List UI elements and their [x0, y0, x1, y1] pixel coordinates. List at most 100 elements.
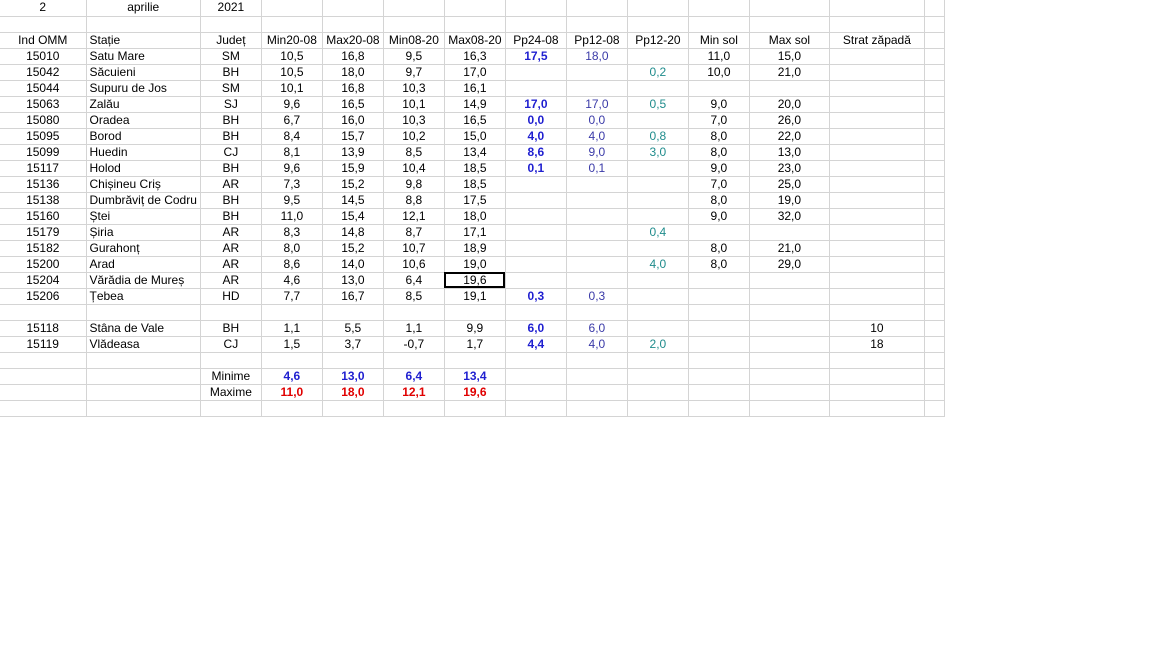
empty-cell[interactable] — [383, 352, 445, 369]
data-cell[interactable]: Supuru de Jos — [86, 80, 201, 97]
data-cell[interactable] — [322, 304, 384, 321]
data-cell[interactable]: 14,9 — [444, 96, 506, 113]
data-cell[interactable]: 8,0 — [688, 192, 750, 209]
data-cell[interactable]: 15010 — [0, 48, 87, 65]
data-cell[interactable] — [627, 112, 689, 129]
data-cell[interactable]: 17,0 — [444, 64, 506, 81]
data-cell[interactable]: BH — [200, 64, 262, 81]
empty-cell[interactable] — [688, 352, 750, 369]
empty-cell[interactable] — [627, 352, 689, 369]
data-cell[interactable]: 13,4 — [444, 144, 506, 161]
data-cell[interactable]: 32,0 — [749, 208, 830, 225]
data-cell[interactable]: Ștei — [86, 208, 201, 225]
empty-cell[interactable] — [322, 400, 384, 417]
data-cell[interactable]: AR — [200, 272, 262, 289]
empty-cell[interactable] — [505, 16, 567, 33]
data-cell[interactable]: 15118 — [0, 320, 87, 337]
data-cell[interactable] — [829, 128, 925, 145]
data-cell[interactable]: 10 — [829, 320, 925, 337]
data-cell[interactable]: 12,1 — [383, 208, 445, 225]
data-cell[interactable]: 16,8 — [322, 48, 384, 65]
data-cell[interactable]: 0,1 — [566, 160, 628, 177]
empty-cell[interactable] — [566, 0, 628, 17]
empty-cell[interactable] — [924, 400, 945, 417]
summary-value[interactable]: 18,0 — [322, 384, 384, 401]
data-cell[interactable] — [627, 272, 689, 289]
data-cell[interactable] — [444, 304, 506, 321]
data-cell[interactable]: 13,0 — [322, 272, 384, 289]
empty-cell[interactable] — [627, 400, 689, 417]
empty-cell[interactable] — [924, 384, 945, 401]
date-day-cell[interactable]: 2 — [0, 0, 87, 17]
column-header[interactable]: Județ — [200, 32, 262, 49]
data-cell[interactable]: 9,6 — [261, 96, 323, 113]
data-cell[interactable]: 15160 — [0, 208, 87, 225]
data-cell[interactable] — [566, 192, 628, 209]
data-cell[interactable]: 17,0 — [566, 96, 628, 113]
data-cell[interactable] — [566, 176, 628, 193]
data-cell[interactable]: 18,0 — [444, 208, 506, 225]
empty-cell[interactable] — [444, 16, 506, 33]
column-header[interactable]: Pp12-20 — [627, 32, 689, 49]
empty-cell[interactable] — [86, 16, 201, 33]
data-cell[interactable]: 17,5 — [505, 48, 567, 65]
data-cell[interactable]: 8,5 — [383, 144, 445, 161]
column-header[interactable]: Max08-20 — [444, 32, 506, 49]
empty-cell[interactable] — [200, 400, 262, 417]
data-cell[interactable] — [627, 240, 689, 257]
data-cell[interactable] — [829, 80, 925, 97]
data-cell[interactable] — [688, 336, 750, 353]
empty-cell[interactable] — [749, 368, 830, 385]
empty-cell[interactable] — [924, 144, 945, 161]
data-cell[interactable] — [749, 304, 830, 321]
summary-value[interactable]: 6,4 — [383, 368, 445, 385]
data-cell[interactable]: Satu Mare — [86, 48, 201, 65]
data-cell[interactable]: 8,0 — [688, 128, 750, 145]
data-cell[interactable]: 10,5 — [261, 48, 323, 65]
data-cell[interactable]: Huedin — [86, 144, 201, 161]
data-cell[interactable]: 13,9 — [322, 144, 384, 161]
empty-cell[interactable] — [627, 16, 689, 33]
data-cell[interactable] — [829, 224, 925, 241]
data-cell[interactable]: 1,1 — [383, 320, 445, 337]
data-cell[interactable]: 18,0 — [322, 64, 384, 81]
column-header[interactable]: Min08-20 — [383, 32, 445, 49]
data-cell[interactable]: BH — [200, 208, 262, 225]
data-cell[interactable]: 9,0 — [688, 208, 750, 225]
data-cell[interactable] — [566, 208, 628, 225]
data-cell[interactable]: 3,7 — [322, 336, 384, 353]
data-cell[interactable] — [261, 304, 323, 321]
empty-cell[interactable] — [924, 352, 945, 369]
empty-cell[interactable] — [749, 16, 830, 33]
data-cell[interactable] — [566, 256, 628, 273]
empty-cell[interactable] — [924, 0, 945, 17]
empty-cell[interactable] — [566, 16, 628, 33]
data-cell[interactable]: 10,6 — [383, 256, 445, 273]
empty-cell[interactable] — [444, 400, 506, 417]
data-cell[interactable]: 0,4 — [627, 224, 689, 241]
empty-cell[interactable] — [322, 352, 384, 369]
data-cell[interactable] — [505, 240, 567, 257]
data-cell[interactable]: 8,0 — [688, 240, 750, 257]
data-cell[interactable]: 9,0 — [688, 160, 750, 177]
data-cell[interactable]: 8,0 — [261, 240, 323, 257]
empty-cell[interactable] — [688, 400, 750, 417]
empty-cell[interactable] — [924, 304, 945, 321]
data-cell[interactable]: -0,7 — [383, 336, 445, 353]
empty-cell[interactable] — [627, 384, 689, 401]
data-cell[interactable]: 8,3 — [261, 224, 323, 241]
data-cell[interactable] — [505, 224, 567, 241]
data-cell[interactable]: AR — [200, 240, 262, 257]
empty-cell[interactable] — [86, 352, 201, 369]
data-cell[interactable]: 10,5 — [261, 64, 323, 81]
data-cell[interactable] — [829, 48, 925, 65]
data-cell[interactable]: SM — [200, 48, 262, 65]
data-cell[interactable] — [627, 160, 689, 177]
data-cell[interactable]: 0,5 — [627, 96, 689, 113]
data-cell[interactable] — [749, 272, 830, 289]
data-cell[interactable]: 1,7 — [444, 336, 506, 353]
empty-cell[interactable] — [924, 80, 945, 97]
data-cell[interactable]: 9,0 — [688, 96, 750, 113]
data-cell[interactable]: 6,7 — [261, 112, 323, 129]
data-cell[interactable] — [627, 320, 689, 337]
